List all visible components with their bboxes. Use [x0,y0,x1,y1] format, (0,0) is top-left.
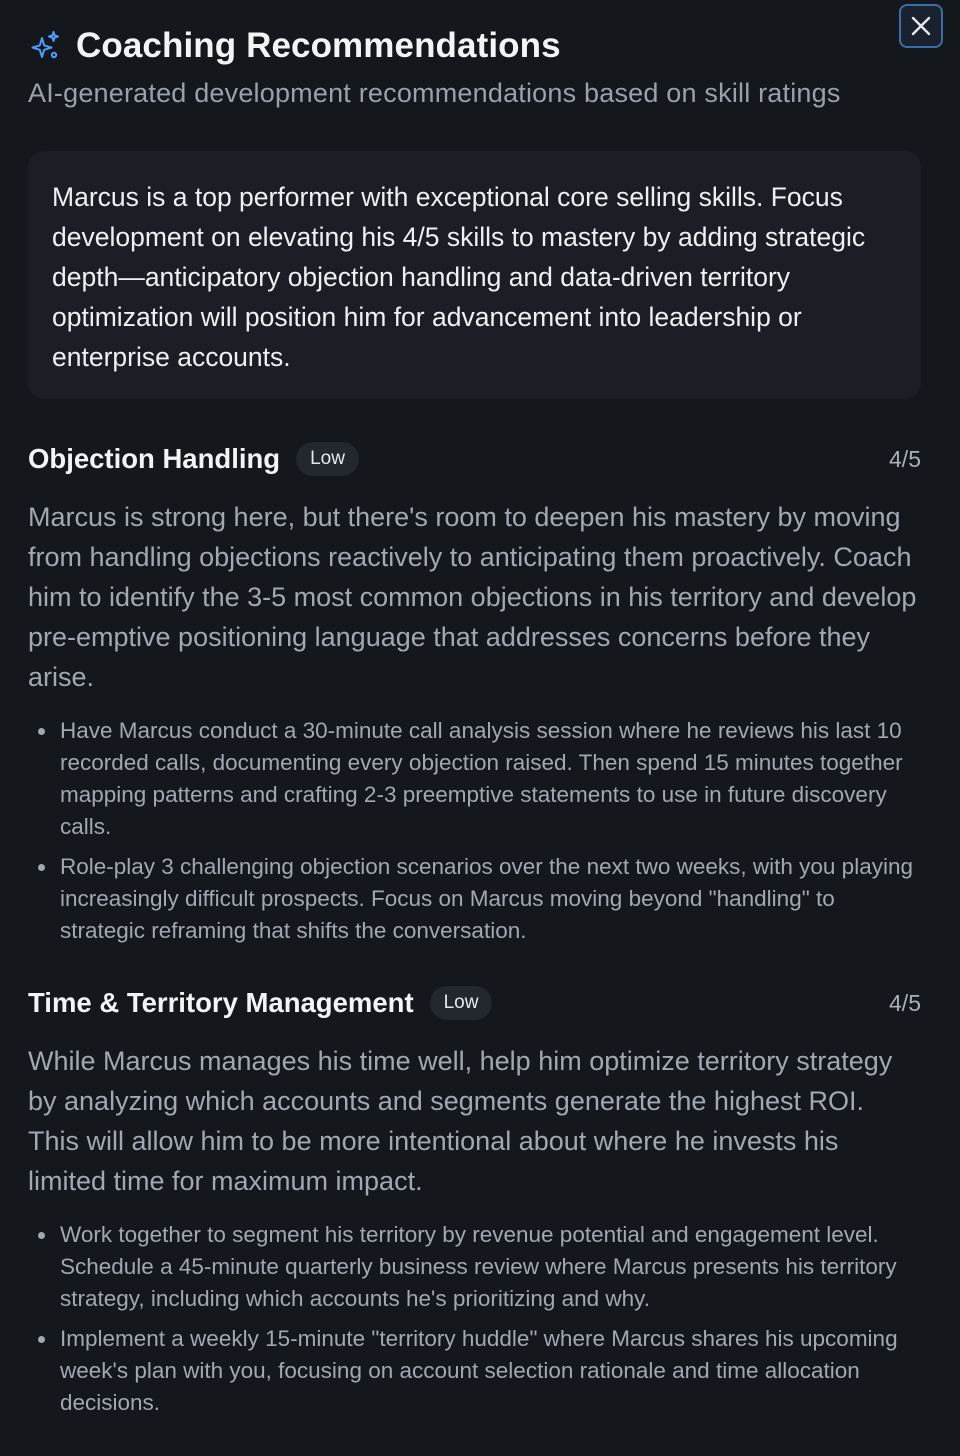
bullet-icon [38,1336,45,1343]
skill-score: 4/5 [889,989,921,1016]
priority-badge: Low [296,442,359,476]
skill-score: 4/5 [889,445,921,472]
action-text: Implement a weekly 15-minute "territory … [60,1326,898,1415]
action-text: Work together to segment his territory b… [60,1222,897,1311]
list-item: Implement a weekly 15-minute "territory … [28,1323,921,1419]
section-title: Objection Handling [28,443,281,474]
section-description: Marcus is strong here, but there's room … [28,502,917,692]
recommendation-section-objection-handling: Objection Handling Low 4/5 Marcus is str… [28,441,921,955]
summary-text: Marcus is a top performer with exception… [52,182,866,372]
sparkles-icon [28,29,62,63]
action-list: Work together to segment his territory b… [28,1219,921,1419]
bullet-icon [38,1232,45,1239]
action-text: Have Marcus conduct a 30-minute call ana… [60,718,903,839]
recommendation-section-time-territory: Time & Territory Management Low 4/5 Whil… [28,985,921,1427]
bullet-icon [38,864,45,871]
list-item: Work together to segment his territory b… [28,1219,921,1315]
list-item: Have Marcus conduct a 30-minute call ana… [28,715,921,843]
page-title: Coaching Recommendations [76,26,561,65]
priority-badge: Low [429,986,493,1020]
action-text: Role-play 3 challenging objection scenar… [60,854,913,943]
section-description: While Marcus manages his time well, help… [28,1046,893,1196]
action-list: Have Marcus conduct a 30-minute call ana… [28,715,921,947]
bullet-icon [38,728,45,735]
dialog-header: Coaching Recommendations AI-generated de… [28,24,930,109]
list-item: Role-play 3 challenging objection scenar… [28,851,921,947]
summary-card: Marcus is a top performer with exception… [28,151,921,399]
section-title: Time & Territory Management [28,987,414,1018]
page-subtitle: AI-generated development recommendations… [28,78,841,108]
